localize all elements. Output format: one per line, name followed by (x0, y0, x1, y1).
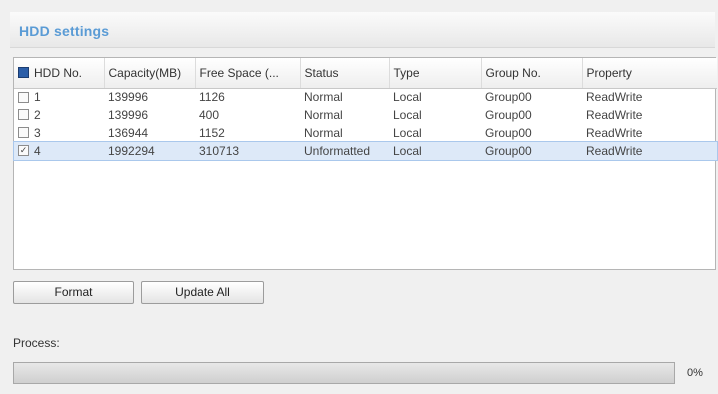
panel-header: HDD settings (10, 12, 715, 48)
update-all-button[interactable]: Update All (141, 281, 264, 304)
capacity-cell: 139996 (108, 108, 149, 122)
type-cell: Local (393, 108, 422, 122)
process-percent: 0% (687, 367, 703, 379)
panel-title: HDD settings (19, 23, 110, 39)
capacity-cell: 139996 (108, 90, 149, 105)
status-cell: Unformatted (304, 144, 371, 158)
select-all-checkbox[interactable] (18, 67, 29, 79)
property-cell: ReadWrite (586, 108, 643, 122)
process-progress-bar (13, 362, 675, 384)
free-space-cell: 310713 (199, 144, 240, 158)
table-header-row: HDD No. Capacity(MB) Free Space (... Sta… (14, 58, 717, 89)
status-cell: Normal (304, 126, 343, 140)
column-header-property[interactable]: Property (582, 58, 717, 89)
hdd-no-cell: 3 (34, 126, 41, 140)
property-cell: ReadWrite (586, 144, 643, 158)
status-cell: Normal (304, 90, 343, 105)
group-cell: Group00 (485, 126, 532, 140)
type-cell: Local (393, 144, 422, 158)
column-header-capacity[interactable]: Capacity(MB) (104, 58, 196, 89)
process-label: Process: (13, 336, 60, 350)
format-button[interactable]: Format (13, 281, 134, 304)
column-header-status[interactable]: Status (300, 58, 390, 89)
capacity-cell: 1992294 (108, 144, 155, 158)
column-header-free-space[interactable]: Free Space (... (195, 58, 301, 89)
column-header-type[interactable]: Type (389, 58, 482, 89)
row-checkbox[interactable]: ✓ (18, 145, 29, 157)
group-cell: Group00 (485, 90, 532, 105)
row-checkbox[interactable] (18, 109, 29, 121)
hdd-no-cell: 4 (34, 144, 41, 158)
column-header-group-no[interactable]: Group No. (481, 58, 583, 89)
table-row[interactable]: ✓ 4 1992294 310713 Unformatted Local Grou… (13, 141, 718, 161)
column-header-hdd-no[interactable]: HDD No. (14, 58, 105, 89)
table-row[interactable]: 2 139996 400 Normal Local Group00 ReadWr… (14, 106, 717, 124)
group-cell: Group00 (485, 144, 532, 158)
hdd-no-cell: 2 (34, 108, 41, 122)
group-cell: Group00 (485, 108, 532, 122)
hdd-no-cell: 1 (34, 90, 41, 105)
table-row[interactable]: 1 139996 1126 Normal Local Group00 ReadW… (14, 88, 717, 106)
type-cell: Local (393, 126, 422, 140)
hdd-table: HDD No. Capacity(MB) Free Space (... Sta… (13, 57, 718, 270)
row-checkbox[interactable] (18, 91, 29, 103)
property-cell: ReadWrite (586, 126, 643, 140)
capacity-cell: 136944 (108, 126, 149, 140)
status-cell: Normal (304, 108, 343, 122)
property-cell: ReadWrite (586, 90, 643, 105)
free-space-cell: 1126 (199, 90, 225, 105)
free-space-cell: 1152 (199, 126, 225, 140)
free-space-cell: 400 (199, 108, 220, 122)
row-checkbox[interactable] (18, 127, 29, 139)
table-row[interactable]: 3 136944 1152 Normal Local Group00 ReadW… (14, 124, 717, 142)
type-cell: Local (393, 90, 422, 105)
